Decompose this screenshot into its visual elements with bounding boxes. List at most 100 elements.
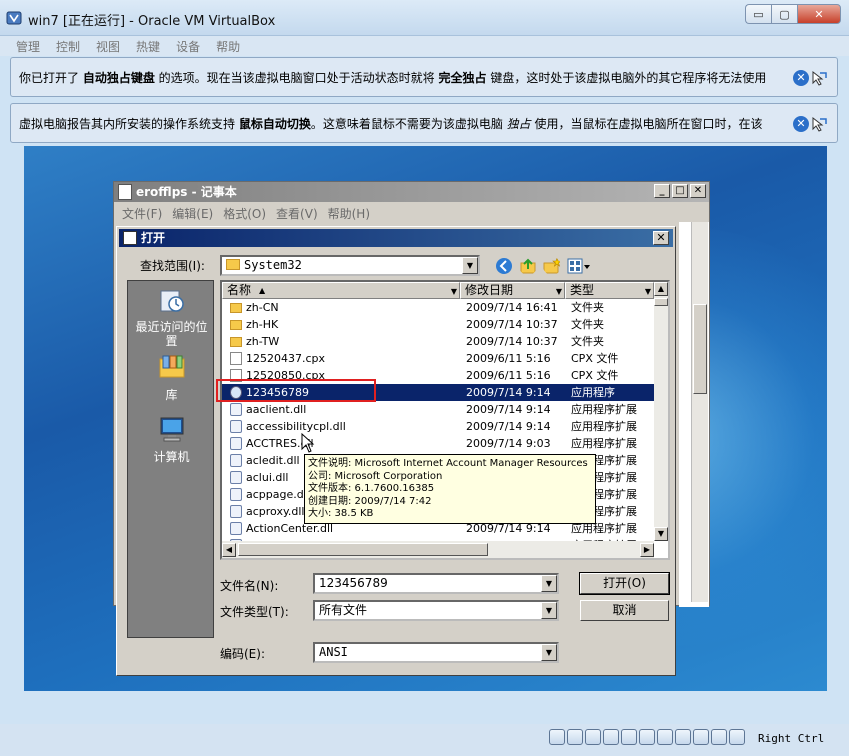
virtualbox-icon xyxy=(6,11,22,25)
selection-highlight-box xyxy=(216,379,376,402)
place-recent[interactable]: 最近访问的位置 xyxy=(128,287,215,348)
chevron-down-icon[interactable]: ▼ xyxy=(541,575,557,592)
close-notice-icon[interactable]: ✕ xyxy=(793,70,809,86)
encoding-select[interactable]: ANSI ▼ xyxy=(313,642,559,663)
keyboard-capture-status-icon[interactable] xyxy=(729,729,745,745)
dialog-close-button[interactable]: ✕ xyxy=(653,231,669,245)
mouse-integration-status-icon[interactable] xyxy=(711,729,727,745)
notepad-minimize-button[interactable]: _ xyxy=(654,184,670,198)
dll-icon xyxy=(230,505,242,518)
menu-help[interactable]: 帮助 xyxy=(216,38,240,55)
folder-icon xyxy=(230,302,242,313)
dll-icon xyxy=(230,437,242,450)
file-type: CPX 文件 xyxy=(571,369,619,382)
maximize-button[interactable]: ▢ xyxy=(771,4,797,24)
cancel-button[interactable]: 取消 xyxy=(580,600,669,621)
filetype-value: 所有文件 xyxy=(319,603,368,617)
table-row[interactable]: ACCTRES.dll 2009/7/14 9:03 应用程序扩展 xyxy=(222,435,654,452)
scroll-down-icon[interactable]: ▼ xyxy=(654,527,668,541)
menu-manage[interactable]: 管理 xyxy=(16,38,40,55)
chevron-down-icon[interactable]: ▼ xyxy=(556,284,562,299)
menu-devices[interactable]: 设备 xyxy=(176,38,200,55)
computer-icon xyxy=(160,417,183,442)
file-date: 2009/7/14 10:37 xyxy=(466,335,558,348)
chevron-down-icon[interactable]: ▼ xyxy=(451,284,457,299)
video-capture-icon[interactable] xyxy=(675,729,691,745)
file-list-vertical-scrollbar[interactable]: ▲ ▼ xyxy=(654,282,668,541)
tooltip-line: 文件说明: Microsoft Internet Account Manager… xyxy=(308,458,588,469)
column-header-name[interactable]: 名称 ▲ ▼ xyxy=(222,282,460,299)
table-row[interactable]: accessibilitycpl.dll 2009/7/14 9:14 应用程序扩展 xyxy=(222,418,654,435)
dialog-title: 打开 xyxy=(141,231,166,245)
chevron-down-icon[interactable]: ▼ xyxy=(541,644,557,661)
menu-view[interactable]: 视图 xyxy=(96,38,120,55)
menu-hotkey[interactable]: 热键 xyxy=(136,38,160,55)
notepad-menu-view[interactable]: 查看(V) xyxy=(276,205,318,222)
hard-disk-icon[interactable] xyxy=(549,729,565,745)
mouse-integration-icon[interactable] xyxy=(811,116,827,132)
place-computer[interactable]: 计算机 xyxy=(128,415,215,465)
scroll-left-icon[interactable]: ◀ xyxy=(222,543,236,557)
look-in-combo[interactable]: System32 ▼ xyxy=(220,255,480,276)
menu-control[interactable]: 控制 xyxy=(56,38,80,55)
column-header-type[interactable]: 类型 ▼ xyxy=(565,282,654,299)
file-list-horizontal-scrollbar[interactable]: ◀ ▶ xyxy=(222,541,654,558)
notepad-menu-edit[interactable]: 编辑(E) xyxy=(172,205,213,222)
notepad-vertical-scrollbar[interactable] xyxy=(691,222,708,602)
table-row[interactable]: 12520437.cpx 2009/6/11 5:16 CPX 文件 xyxy=(222,350,654,367)
file-name: acppage.dll xyxy=(246,488,310,501)
notepad-close-button[interactable]: ✕ xyxy=(690,184,706,198)
keyboard-capture-icon[interactable] xyxy=(811,70,827,86)
notepad-maximize-button[interactable]: □ xyxy=(672,184,688,198)
folder-icon xyxy=(226,259,240,270)
dialog-toolbar xyxy=(495,257,591,275)
vbox-menubar: 管理 控制 视图 热键 设备 帮助 xyxy=(0,36,849,56)
audio-icon[interactable] xyxy=(585,729,601,745)
display-icon[interactable] xyxy=(657,729,673,745)
notice-text: 你已打开了 xyxy=(19,70,83,85)
back-icon[interactable] xyxy=(495,257,513,275)
notepad-menu-help[interactable]: 帮助(H) xyxy=(328,205,370,222)
network-icon[interactable] xyxy=(603,729,619,745)
table-row[interactable]: zh-HK 2009/7/14 10:37 文件夹 xyxy=(222,316,654,333)
filename-input[interactable]: 123456789 ▼ xyxy=(313,573,559,594)
close-button[interactable]: ✕ xyxy=(797,4,841,24)
notepad-titlebar[interactable]: erofflps - 记事本 _ □ ✕ xyxy=(114,182,709,202)
notepad-menu-file[interactable]: 文件(F) xyxy=(122,205,162,222)
minimize-button[interactable]: ▭ xyxy=(745,4,771,24)
places-bar: 最近访问的位置 库 计算机 xyxy=(127,280,214,638)
file-name: zh-TW xyxy=(246,335,280,348)
close-notice-icon[interactable]: ✕ xyxy=(793,116,809,132)
table-row[interactable]: zh-TW 2009/7/14 10:37 文件夹 xyxy=(222,333,654,350)
file-date: 2009/7/14 9:14 xyxy=(466,386,551,399)
optical-drive-icon[interactable] xyxy=(567,729,583,745)
notepad-menu-format[interactable]: 格式(O) xyxy=(223,205,266,222)
dialog-titlebar[interactable]: 打开 ✕ xyxy=(119,229,673,247)
table-row[interactable]: zh-CN 2009/7/14 16:41 文件夹 xyxy=(222,299,654,316)
chevron-down-icon[interactable]: ▼ xyxy=(462,257,478,274)
filetype-select[interactable]: 所有文件 ▼ xyxy=(313,600,559,621)
scroll-right-icon[interactable]: ▶ xyxy=(640,543,654,557)
file-name: 12520437.cpx xyxy=(246,352,326,365)
scrollbar-thumb[interactable] xyxy=(654,298,668,306)
new-folder-icon[interactable] xyxy=(543,257,561,275)
notepad-icon xyxy=(118,184,132,200)
scrollbar-thumb[interactable] xyxy=(693,304,707,394)
file-type: 应用程序扩展 xyxy=(571,403,637,416)
scrollbar-thumb[interactable] xyxy=(238,543,488,556)
scroll-up-icon[interactable]: ▲ xyxy=(654,282,668,296)
file-type: 文件夹 xyxy=(571,318,604,331)
view-menu-icon[interactable] xyxy=(567,257,591,275)
open-button[interactable]: 打开(O) xyxy=(579,572,670,595)
up-folder-icon[interactable] xyxy=(519,257,537,275)
column-header-date[interactable]: 修改日期 ▼ xyxy=(460,282,565,299)
chevron-down-icon[interactable]: ▼ xyxy=(645,284,651,299)
chevron-down-icon[interactable]: ▼ xyxy=(541,602,557,619)
vt-x-icon[interactable] xyxy=(693,729,709,745)
file-name-cell: zh-CN xyxy=(222,299,460,316)
shared-folders-icon[interactable] xyxy=(639,729,655,745)
usb-icon[interactable] xyxy=(621,729,637,745)
table-row[interactable]: aaclient.dll 2009/7/14 9:14 应用程序扩展 xyxy=(222,401,654,418)
place-libraries[interactable]: 库 xyxy=(128,353,215,403)
file-name-cell: zh-HK xyxy=(222,316,460,333)
